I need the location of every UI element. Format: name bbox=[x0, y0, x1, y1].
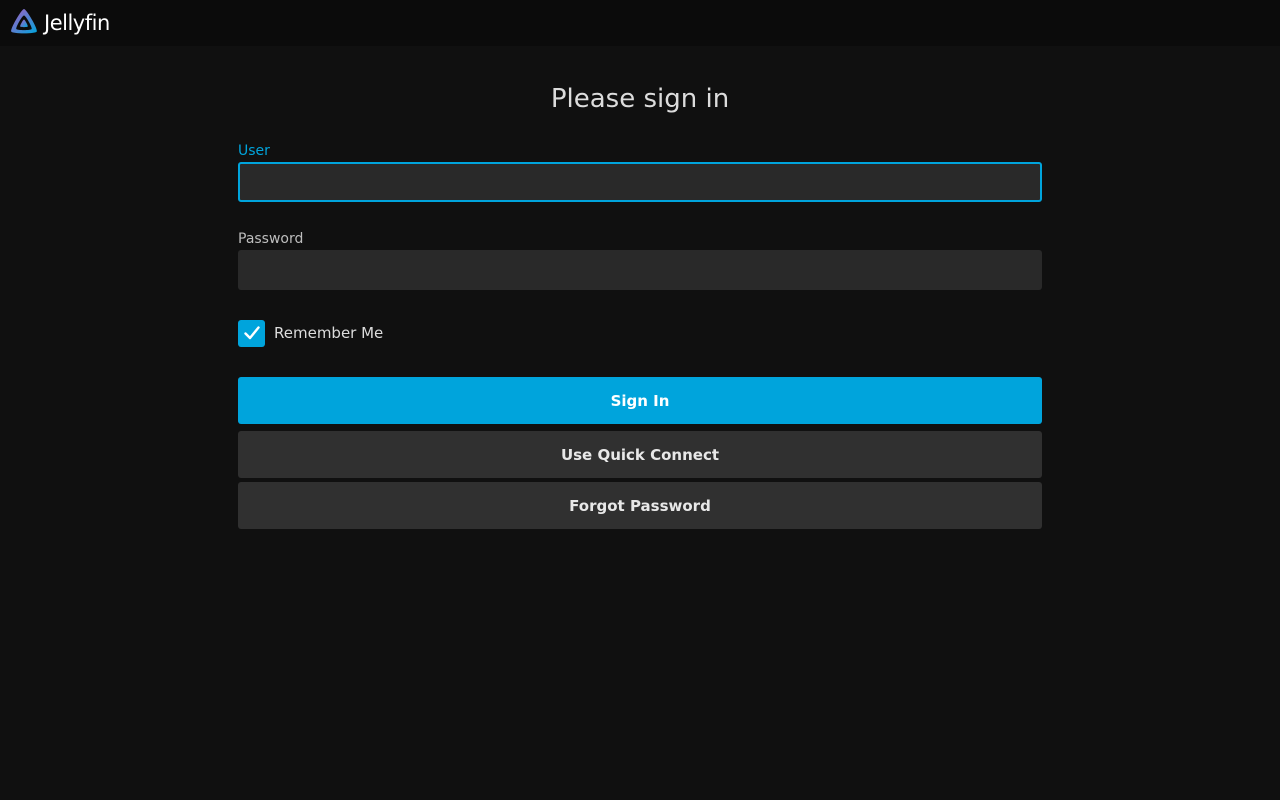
page-title: Please sign in bbox=[550, 84, 730, 114]
brand-logo[interactable]: Jellyfin bbox=[8, 0, 110, 46]
checkmark-icon bbox=[243, 326, 260, 340]
sign-in-button[interactable]: Sign In bbox=[238, 377, 1042, 424]
forgot-password-button[interactable]: Forgot Password bbox=[238, 482, 1042, 529]
app-header: Jellyfin bbox=[0, 0, 1280, 46]
login-form: User Password Remember Me Sign In Use Qu… bbox=[238, 138, 1042, 529]
brand-name: Jellyfin bbox=[44, 11, 110, 35]
user-input[interactable] bbox=[238, 162, 1042, 202]
quick-connect-button[interactable]: Use Quick Connect bbox=[238, 431, 1042, 478]
user-label: User bbox=[238, 143, 270, 159]
remember-me-row[interactable]: Remember Me bbox=[238, 319, 1042, 347]
remember-me-label: Remember Me bbox=[274, 324, 384, 342]
password-input[interactable] bbox=[238, 250, 1042, 290]
remember-me-checkbox[interactable] bbox=[238, 319, 265, 347]
jellyfin-logo-icon bbox=[11, 9, 37, 34]
password-label: Password bbox=[238, 231, 304, 247]
